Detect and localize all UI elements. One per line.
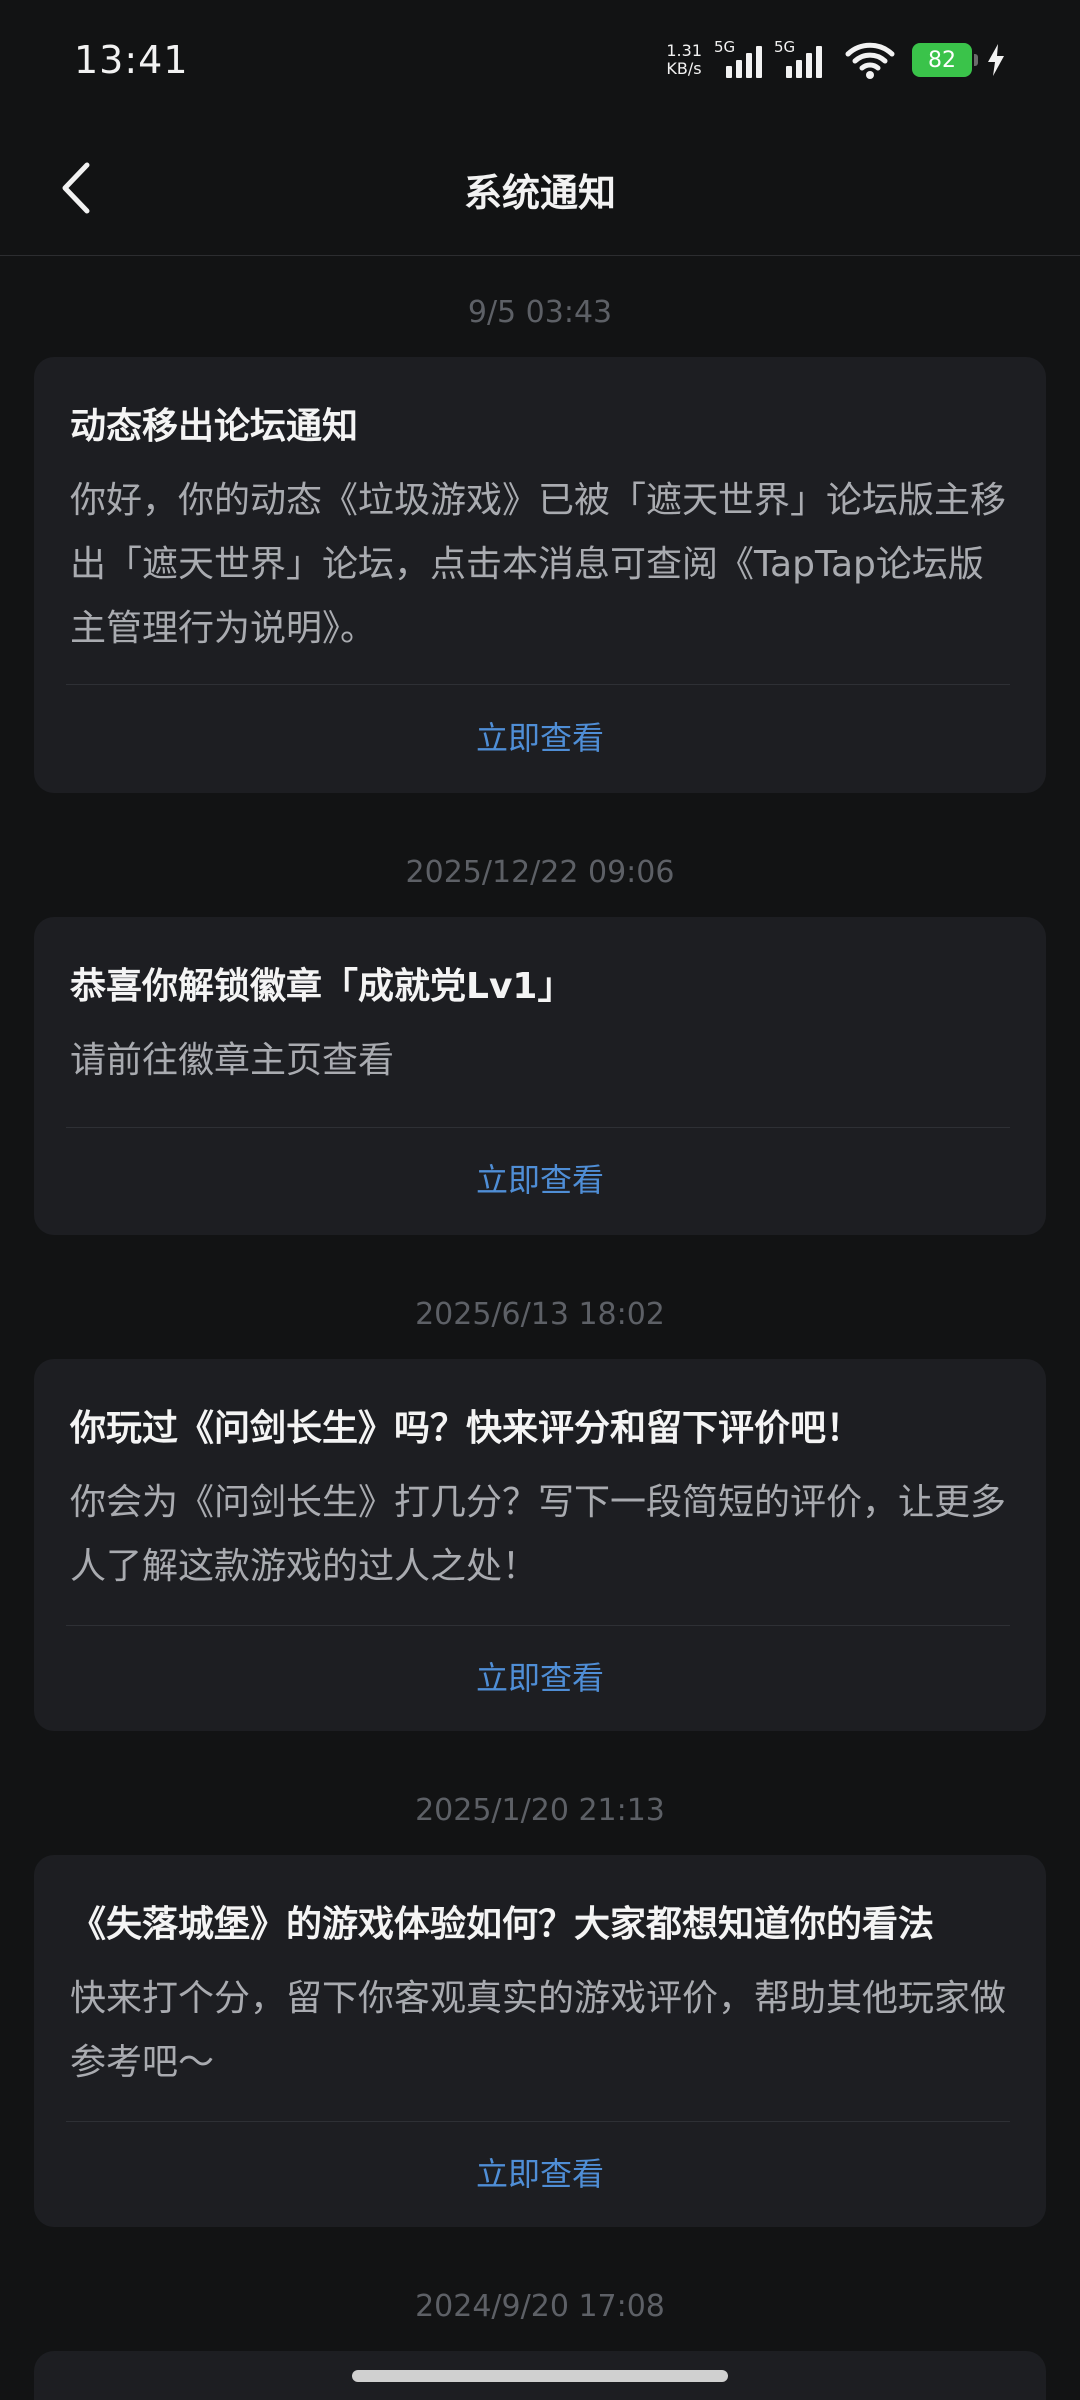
notification-body: 你好，你的动态《垃圾游戏》已被「遮天世界」论坛版主移出「遮天世界」论坛，点击本消…	[70, 480, 1007, 649]
wifi-icon	[845, 42, 895, 79]
charging-icon	[988, 44, 1004, 76]
network-speed-unit: KB/s	[666, 59, 702, 78]
status-time: 13:41	[74, 38, 189, 82]
view-now-button[interactable]: 立即查看	[34, 2149, 1046, 2195]
network-speed-value: 1.31	[666, 41, 702, 60]
page-title: 系统通知	[463, 171, 616, 215]
view-now-button[interactable]: 立即查看	[34, 713, 1046, 759]
card-divider	[66, 684, 1010, 685]
status-icons: 1.31 KB/s 5G 5G 82	[666, 36, 1006, 84]
status-bar: 13:41 1.31 KB/s 5G 5G 82	[0, 0, 1080, 120]
notification-timestamp: 2024/9/20 17:08	[415, 2289, 665, 2324]
view-now-button[interactable]: 立即查看	[34, 1155, 1046, 1201]
network-speed: 1.31 KB/s	[666, 42, 702, 78]
view-now-button[interactable]: 立即查看	[34, 1653, 1046, 1699]
battery-icon: 82	[912, 43, 978, 77]
notification-title: 你玩过《问剑长生》吗？快来评分和留下评价吧！	[70, 1408, 863, 1449]
card-divider	[66, 1127, 1010, 1128]
notification-card[interactable]: 《失落城堡》的游戏体验如何？大家都想知道你的看法 快来打个分，留下你客观真实的游…	[34, 1855, 1046, 2227]
nav-header: 系统通知	[0, 120, 1080, 256]
notification-body: 请前往徽章主页查看	[70, 1040, 395, 1081]
notification-title: 动态移出论坛通知	[70, 406, 359, 447]
battery-level: 82	[928, 47, 956, 73]
notification-card[interactable]: 恭喜你解锁徽章「成就党Lv1」 请前往徽章主页查看 立即查看	[34, 917, 1046, 1235]
notification-title: 恭喜你解锁徽章「成就党Lv1」	[70, 966, 574, 1007]
card-divider	[66, 2121, 1010, 2122]
sim1-signal-icon: 5G	[714, 38, 766, 82]
notification-body: 你会为《问剑长生》打几分？写下一段简短的评价，让更多人了解这款游戏的过人之处！	[70, 1482, 1007, 1587]
card-divider	[66, 1625, 1010, 1626]
notification-body: 快来打个分，留下你客观真实的游戏评价，帮助其他玩家做参考吧～	[70, 1978, 1007, 2083]
notification-timestamp: 9/5 03:43	[467, 295, 613, 330]
notification-timestamp: 2025/12/22 09:06	[405, 855, 675, 890]
notification-timestamp: 2025/1/20 21:13	[415, 1793, 665, 1828]
notification-title: 《失落城堡》的游戏体验如何？大家都想知道你的看法	[70, 1904, 935, 1945]
notification-timestamp: 2025/6/13 18:02	[415, 1297, 665, 1332]
notification-card[interactable]: 你玩过《问剑长生》吗？快来评分和留下评价吧！ 你会为《问剑长生》打几分？写下一段…	[34, 1359, 1046, 1731]
home-indicator[interactable]	[352, 2370, 728, 2382]
sim2-signal-icon: 5G	[774, 38, 826, 82]
notification-card[interactable]: 动态移出论坛通知 你好，你的动态《垃圾游戏》已被「遮天世界」论坛版主移出「遮天世…	[34, 357, 1046, 793]
